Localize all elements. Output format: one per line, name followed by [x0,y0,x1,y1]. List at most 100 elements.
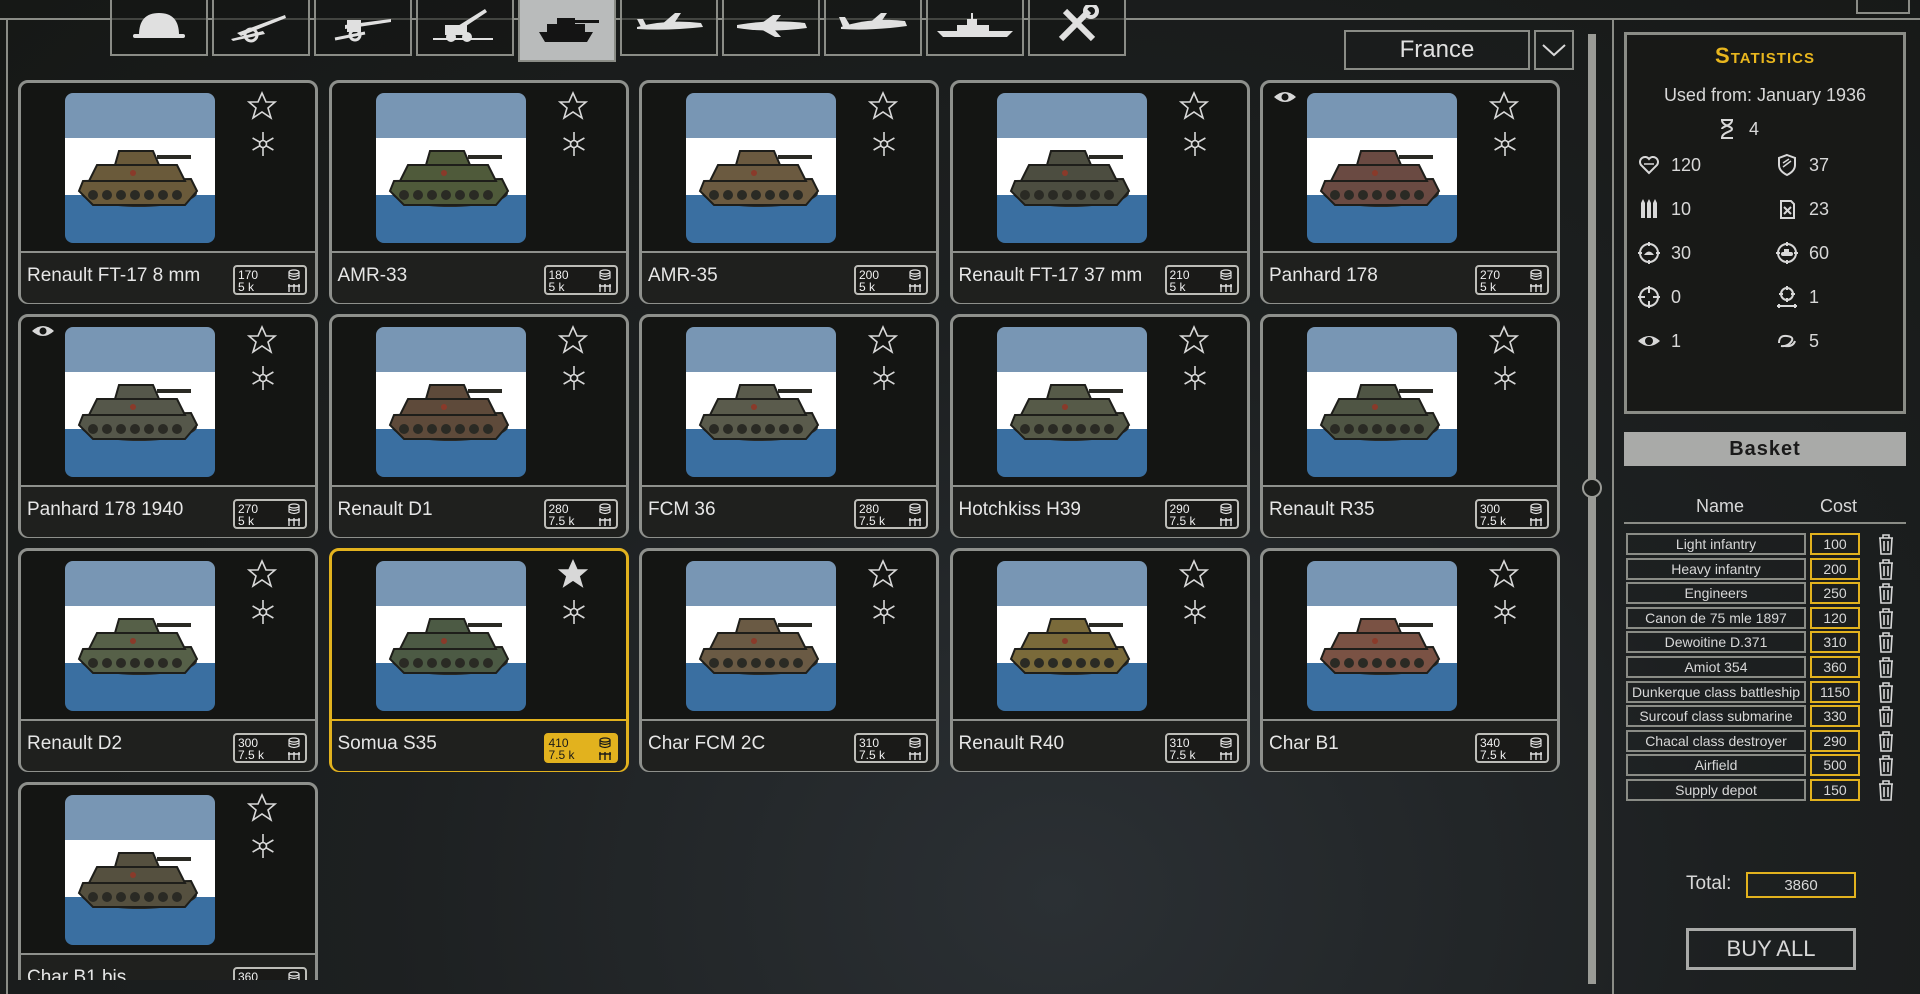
unit-card[interactable]: Char B1 340 7.5 k [1260,548,1560,772]
unit-card[interactable]: Panhard 178 1940 270 5 k [18,314,318,538]
country-dropdown-button[interactable] [1534,30,1574,70]
vision-stat: 1 [1637,329,1681,353]
used-from-text: Used from: January 1936 [1663,85,1867,105]
unit-card-footer: Char B1 340 7.5 k [1263,719,1557,771]
unit-card[interactable]: Renault D2 300 7.5 k [18,548,318,772]
unit-card[interactable]: Char FCM 2C 310 7.5 k [639,548,939,772]
basket-item-cost: 250 [1810,582,1860,605]
star-icon[interactable] [1178,559,1209,589]
category-tab-tank[interactable] [518,0,616,62]
unit-card[interactable]: Char B1 bis 360 [18,782,318,980]
category-tab-bomber-plane[interactable] [722,0,820,56]
star-icon[interactable] [557,325,588,355]
category-tab-artillery[interactable] [212,0,310,56]
range-stat: 1 [1775,285,1819,309]
unit-name: FCM 36 [648,499,716,520]
star-icon[interactable] [867,91,899,121]
unit-image [686,327,836,477]
star-icon[interactable] [867,325,899,355]
fuel-stat: 23 [1775,197,1829,221]
star-icon[interactable] [246,325,278,355]
unit-card[interactable]: Renault FT-17 8 mm 170 5 k [18,80,318,304]
category-tab-helmet[interactable] [110,0,208,56]
star-icon[interactable] [1178,325,1209,355]
unit-image [1307,327,1457,477]
corner-button[interactable] [1856,0,1910,14]
trash-icon[interactable] [1876,582,1896,604]
trash-icon[interactable] [1876,631,1896,654]
unit-manpower: 5 k [1480,280,1497,294]
trash-icon[interactable] [1876,681,1896,703]
category-tab-tools[interactable] [1028,0,1126,56]
trash-icon[interactable] [1876,705,1896,727]
unit-card[interactable]: AMR-33 180 5 k [328,80,629,304]
snowflake-icon [250,365,276,391]
unit-card[interactable]: Renault R35 300 7.5 k [1260,314,1560,538]
unit-cost-badge: 300 7.5 k [233,733,307,763]
basket-row: Supply depot 150 [1626,779,1906,803]
unit-card-footer: Renault D2 300 7.5 k [21,719,315,771]
trash-icon[interactable] [1876,730,1896,752]
bomber-plane-icon [729,5,813,50]
unit-cost-badge: 410 7.5 k [543,733,618,763]
unit-card[interactable]: Somua S35 410 7.5 k [328,548,629,772]
country-select[interactable]: France [1344,30,1530,70]
country-label: France [1399,36,1475,63]
basket-item-cost: 330 [1810,705,1860,728]
category-tab-fighter-plane[interactable] [620,0,718,56]
unit-card[interactable]: Renault R40 310 7.5 k [949,548,1250,772]
star-icon[interactable] [246,559,278,589]
category-tab-anti-air-gun[interactable] [416,0,514,56]
snowflake-icon [1182,131,1208,157]
star-icon[interactable] [867,559,899,589]
star-icon[interactable] [1488,91,1520,121]
unit-card[interactable]: Renault D1 280 7.5 k [328,314,629,538]
unit-grid-scrollbar[interactable] [1588,34,1596,984]
star-icon[interactable] [1488,559,1520,589]
unit-manpower: 7.5 k [548,748,575,762]
category-tab-anti-tank-gun[interactable] [314,0,412,56]
movement-value: 5 [1809,330,1820,351]
basket-header-divider [1624,522,1906,524]
snowflake-icon [1492,365,1518,391]
total-label: Total: [1686,873,1732,894]
health-value: 120 [1671,154,1702,175]
basket-item-cost: 310 [1810,631,1860,654]
star-icon[interactable] [246,91,278,121]
basket-item-name: Supply depot [1626,779,1806,801]
basket-item-name: Canon de 75 mle 1897 [1626,606,1806,629]
category-tab-battleship[interactable] [926,0,1024,56]
unit-cost-badge: 300 7.5 k [1475,499,1549,529]
trash-icon[interactable] [1876,656,1896,678]
basket-name-header: Name [1696,496,1745,516]
trash-icon[interactable] [1876,607,1896,629]
unit-card-footer: FCM 36 280 7.5 k [642,485,936,537]
trash-icon[interactable] [1876,533,1896,555]
unit-card-footer: Somua S35 410 7.5 k [331,719,626,771]
star-icon[interactable] [1488,325,1520,355]
health-stat: 120 [1637,153,1701,177]
unit-card[interactable]: Hotchkiss H39 290 7.5 k [949,314,1250,538]
trash-icon[interactable] [1876,558,1896,580]
unit-card[interactable]: FCM 36 280 7.5 k [639,314,939,538]
trash-icon[interactable] [1876,754,1896,777]
unit-card[interactable]: Renault FT-17 37 mm 210 5 k [949,80,1250,304]
unit-manpower: 5 k [238,280,255,294]
unit-card[interactable]: Panhard 178 270 5 k [1260,80,1560,304]
star-icon[interactable] [557,91,588,121]
unit-cost: 360 [238,970,259,980]
basket-item-name: Chacal class destroyer [1626,729,1806,752]
star-icon[interactable] [246,793,278,823]
star-icon[interactable] [1178,91,1209,121]
scrollbar-knob[interactable] [1582,478,1602,498]
tools-icon [1035,2,1119,50]
trash-icon[interactable] [1876,779,1896,801]
unit-cost-badge: 360 [233,967,307,980]
category-tab-attack-plane[interactable] [824,0,922,56]
unit-manpower: 5 k [859,280,876,294]
unit-card[interactable]: AMR-35 200 5 k [639,80,939,304]
basket-item-cost: 150 [1810,779,1860,801]
unit-name: Panhard 178 1940 [27,499,184,520]
buy-all-button[interactable]: BUY ALL [1686,928,1856,970]
star-filled-icon[interactable] [557,559,588,589]
